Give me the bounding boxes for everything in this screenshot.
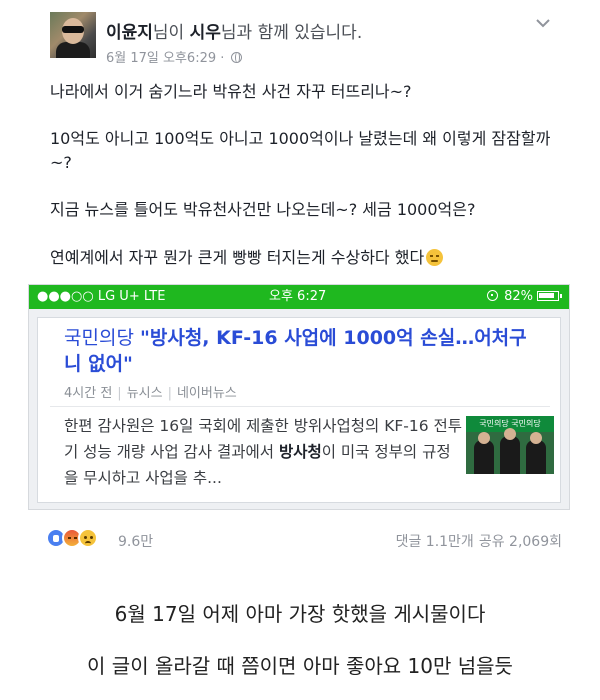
tagged-suffix: 님과 함께 있습니다. xyxy=(220,23,363,43)
news-source-line: 4시간 전 | 뉴시스 | 네이버뉴스 xyxy=(64,386,237,401)
phone-status-bar: ●●●○○ LG U+ LTE 오후 6:27 82% xyxy=(29,285,569,309)
caption-line-1: 6월 17일 어제 아마 가장 핫했을 게시물이다 xyxy=(114,602,486,626)
avatar[interactable] xyxy=(50,12,96,58)
post-meta: 6월 17일 오후6:29 · xyxy=(106,47,242,66)
snippet-bold: 방사청 xyxy=(278,443,322,461)
post-author-line: 이윤지님이 시우님과 함께 있습니다. xyxy=(106,18,362,43)
news-press: 뉴시스 xyxy=(126,386,163,401)
post-timestamp[interactable]: 6월 17일 오후6:29 xyxy=(106,51,216,66)
share-count-link[interactable]: 공유 2,069회 xyxy=(479,534,562,550)
battery-icon xyxy=(537,291,562,301)
chevron-down-icon[interactable] xyxy=(534,16,552,30)
disappointed-face-icon xyxy=(426,249,444,266)
post-paragraph: 지금 뉴스를 틀어도 박유천사건만 나오는데~? 세금 1000억은? xyxy=(50,200,476,219)
reaction-count: 9.6만 xyxy=(118,534,154,550)
meta-separator: · xyxy=(220,51,225,66)
author-suffix: 님이 xyxy=(152,23,185,43)
post-paragraph-text: 연예계에서 자꾸 뭔가 큰게 빵빵 터지는게 수상하다 했다 xyxy=(50,248,425,267)
battery-percent: 82% xyxy=(504,289,533,304)
caption-line-2: 이 글이 올라갈 때 쯤이면 아마 좋아요 10만 넘을듯 xyxy=(87,654,513,678)
post-paragraph-last: 연예계에서 자꾸 뭔가 큰게 빵빵 터지는게 수상하다 했다 xyxy=(50,246,570,270)
post-stats: 댓글 1.1만개 공유 2,069회 xyxy=(391,531,562,551)
news-headline-prefix: 국민의당 xyxy=(64,327,140,349)
news-thumbnail[interactable]: 국민의당 국민의당 xyxy=(466,416,554,474)
comment-count-link[interactable]: 댓글 1.1만개 xyxy=(396,534,474,550)
author-name-link[interactable]: 이윤지 xyxy=(106,23,153,43)
news-portal: 네이버뉴스 xyxy=(176,386,237,401)
post-paragraph: 10억도 아니고 100억도 아니고 1000억이나 날렸는데 왜 이렇게 잠잠… xyxy=(50,129,551,172)
tagged-name-link[interactable]: 시우 xyxy=(190,23,221,43)
attached-screenshot[interactable]: ●●●○○ LG U+ LTE 오후 6:27 82% 국민의당 "방사청, K… xyxy=(28,284,570,510)
post-header: 이윤지님이 시우님과 함께 있습니다. 6월 17일 오후6:29 · xyxy=(38,10,568,70)
sad-icon xyxy=(78,528,98,548)
divider xyxy=(50,406,550,407)
post-body: 나라에서 이거 숨기느라 박유천 사건 자꾸 터뜨리나~? 10억도 아니고 1… xyxy=(50,80,570,293)
status-time: 오후 6:27 xyxy=(269,289,327,304)
location-icon xyxy=(487,290,499,301)
battery-status: 82% xyxy=(487,285,562,309)
carrier-label: ●●●○○ LG U+ LTE xyxy=(37,289,166,304)
news-card[interactable]: 국민의당 "방사청, KF-16 사업에 1000억 손실…어처구니 없어" 4… xyxy=(37,317,561,503)
post-paragraph: 나라에서 이거 숨기느라 박유천 사건 자꾸 터뜨리나~? xyxy=(50,82,412,101)
facebook-post: 이윤지님이 시우님과 함께 있습니다. 6월 17일 오후6:29 · 나라에서… xyxy=(0,0,600,560)
globe-icon xyxy=(230,52,242,63)
news-snippet: 한편 감사원은 16일 국회에 제출한 방위사업청의 KF-16 전투기 성능 … xyxy=(64,413,464,491)
news-time: 4시간 전 xyxy=(64,386,113,401)
news-headline[interactable]: 국민의당 "방사청, KF-16 사업에 1000억 손실…어처구니 없어" xyxy=(64,325,544,377)
